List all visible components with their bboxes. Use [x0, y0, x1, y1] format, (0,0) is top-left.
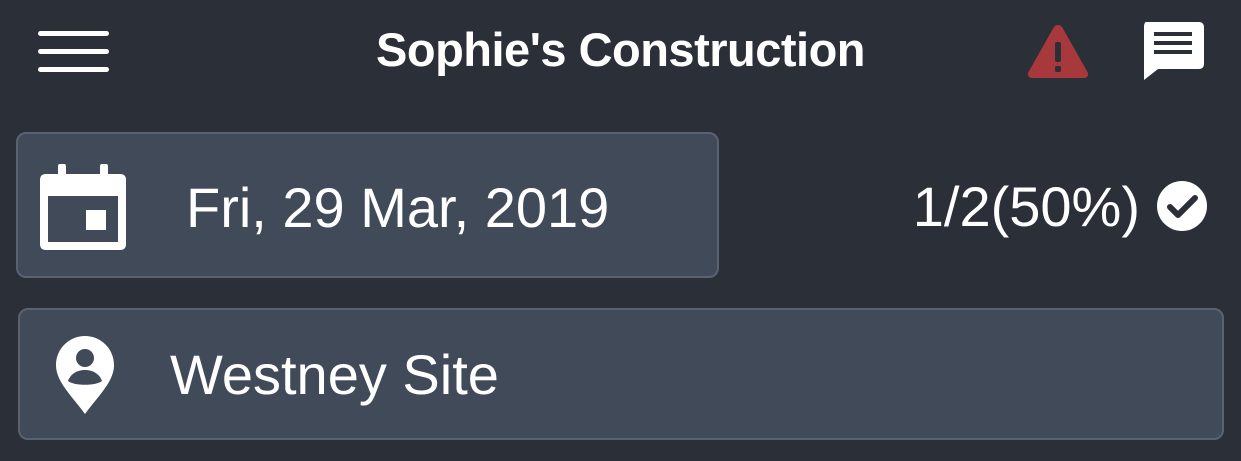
menu-bar	[38, 49, 109, 54]
calendar-icon	[40, 164, 126, 250]
progress-text: 1/2(50%)	[912, 175, 1140, 238]
warning-triangle-icon	[1027, 25, 1089, 78]
date-value: Fri, 29 Mar, 2019	[186, 176, 610, 239]
chat-button[interactable]	[1140, 20, 1206, 82]
page-title: Sophie's Construction	[376, 23, 865, 76]
site-selector[interactable]: Westney Site	[18, 308, 1224, 440]
menu-bar	[38, 67, 109, 72]
location-pin-person-icon	[56, 336, 114, 414]
site-value: Westney Site	[170, 343, 499, 406]
app-header: Sophie's Construction	[0, 0, 1241, 110]
date-selector[interactable]: Fri, 29 Mar, 2019	[16, 132, 719, 278]
alert-button[interactable]	[1026, 22, 1090, 80]
menu-button[interactable]	[38, 30, 110, 74]
menu-bar	[38, 31, 109, 36]
chat-message-icon	[1144, 22, 1204, 80]
check-circle-icon	[1157, 181, 1207, 231]
